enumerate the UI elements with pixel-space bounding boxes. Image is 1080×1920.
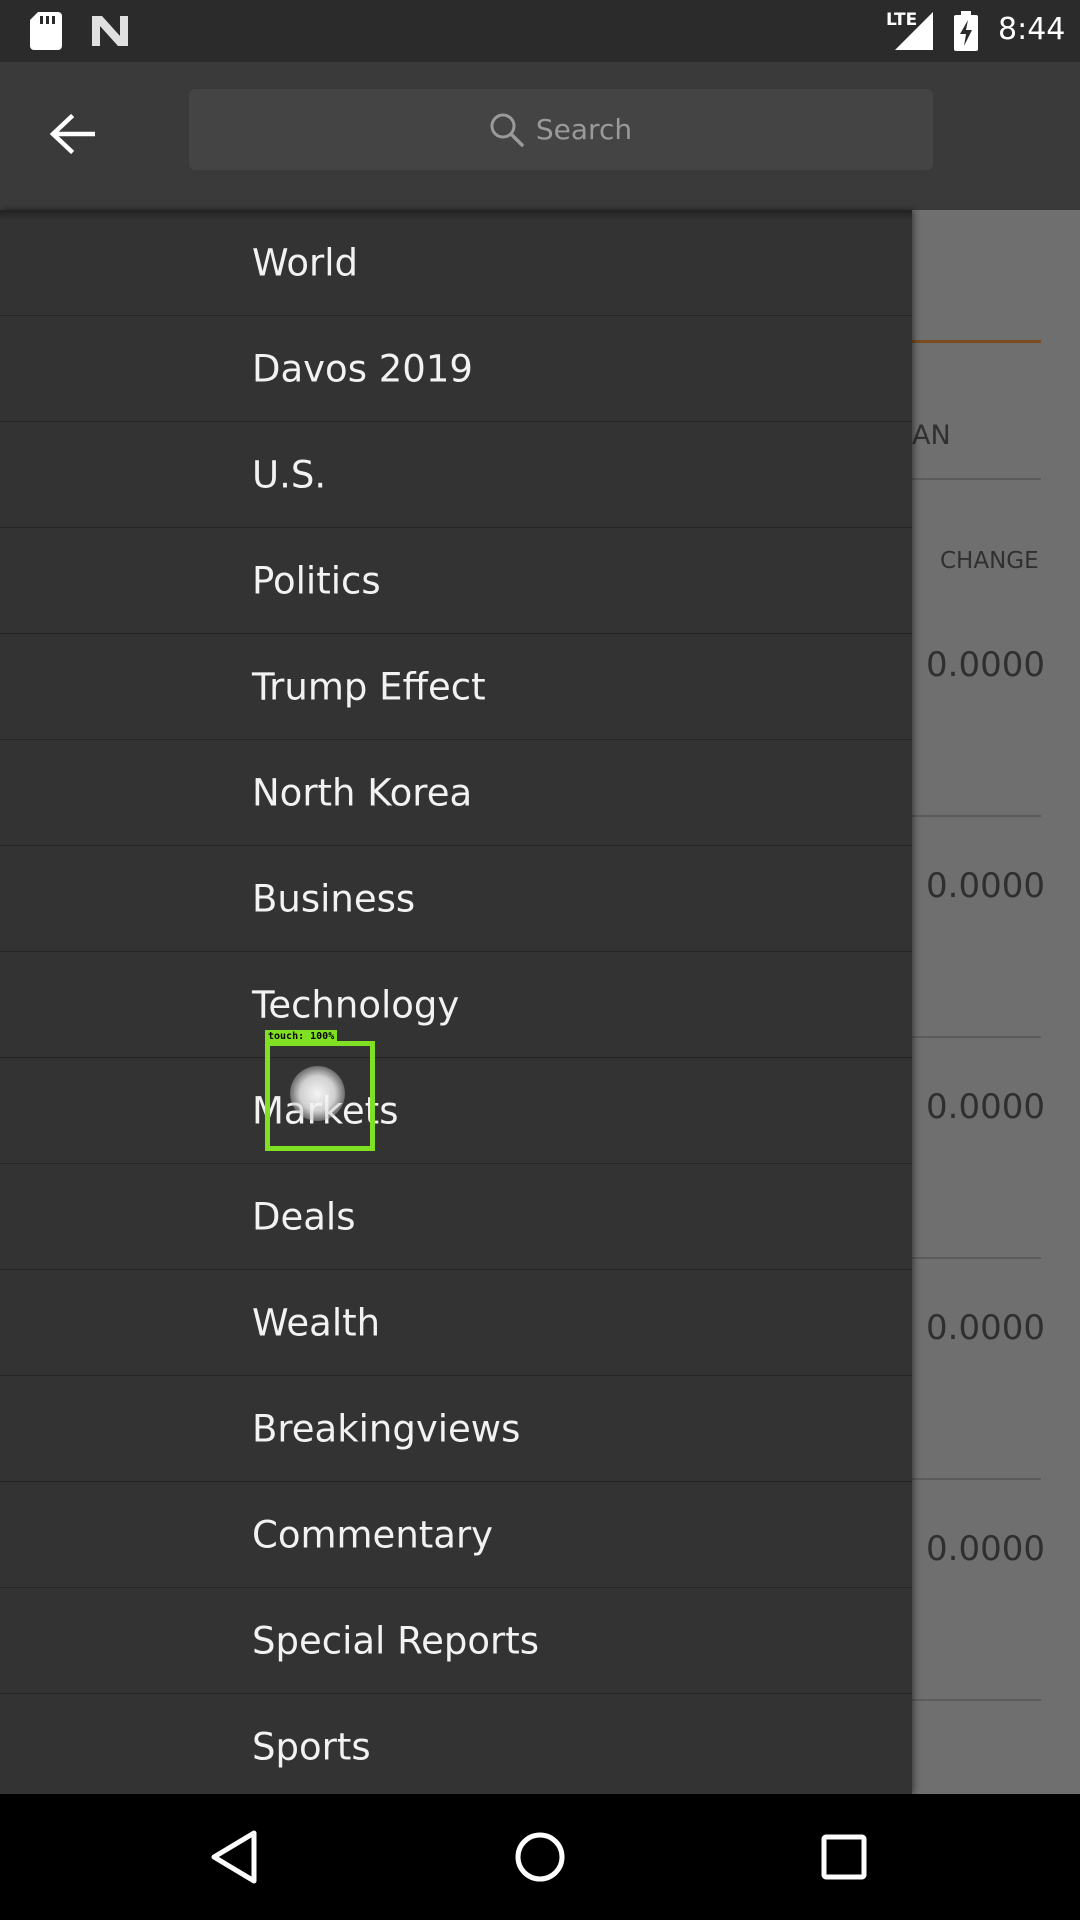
change-value: 0.0000: [926, 645, 1045, 685]
drawer-item-label: Commentary: [252, 1513, 494, 1556]
divider: [912, 1036, 1041, 1038]
battery-charging-icon: [954, 11, 978, 51]
drawer-item-label: Breakingviews: [252, 1407, 521, 1450]
arrow-left-icon: [49, 113, 95, 155]
drawer-item-label: U.S.: [252, 453, 327, 496]
status-bar: LTE 8:44: [0, 0, 1080, 62]
drawer-item-label: Davos 2019: [252, 347, 473, 390]
drawer-item-davos-2019[interactable]: Davos 2019: [0, 316, 912, 422]
back-triangle-icon[interactable]: [206, 1827, 266, 1887]
drawer-item-commentary[interactable]: Commentary: [0, 1482, 912, 1588]
drawer-item-label: Business: [252, 877, 416, 920]
drawer-item-label: Politics: [252, 559, 381, 602]
drawer-item-business[interactable]: Business: [0, 846, 912, 952]
change-value: 0.0000: [926, 1308, 1045, 1348]
drawer-item-us[interactable]: U.S.: [0, 422, 912, 528]
recents-square-icon[interactable]: [814, 1827, 874, 1887]
tab-label-fragment: AN: [912, 420, 951, 451]
drawer-item-label: North Korea: [252, 771, 473, 814]
toolbar: Search: [0, 62, 1080, 210]
drawer-item-special-reports[interactable]: Special Reports: [0, 1588, 912, 1694]
drawer-item-deals[interactable]: Deals: [0, 1164, 912, 1270]
drawer-item-label: World: [252, 241, 359, 284]
tab-indicator: [912, 340, 1041, 343]
touch-highlight-box: [265, 1041, 375, 1151]
signal-icon: [895, 12, 933, 50]
change-column-header: CHANGE: [940, 548, 1039, 574]
clock: 8:44: [998, 12, 1066, 47]
n-logo-icon: [92, 16, 128, 46]
drawer-item-label: Deals: [252, 1195, 356, 1238]
drawer-item-label: Technology: [252, 983, 460, 1026]
change-value: 0.0000: [926, 1529, 1045, 1569]
divider: [912, 1478, 1041, 1480]
touch-label: touch: 100%: [265, 1030, 338, 1044]
drawer-item-world[interactable]: World: [0, 210, 912, 316]
drawer-item-breakingviews[interactable]: Breakingviews: [0, 1376, 912, 1482]
drawer-item-label: Sports: [252, 1725, 371, 1768]
search-icon: [490, 113, 524, 147]
drawer-item-label: Wealth: [252, 1301, 381, 1344]
home-circle-icon[interactable]: [510, 1827, 570, 1887]
change-value: 0.0000: [926, 1087, 1045, 1127]
change-value: 0.0000: [926, 866, 1045, 906]
divider: [912, 1699, 1041, 1701]
drawer-item-trump-effect[interactable]: Trump Effect: [0, 634, 912, 740]
drawer-item-markets[interactable]: Markets: [0, 1058, 912, 1164]
divider: [912, 1257, 1041, 1259]
navigation-drawer: World Davos 2019 U.S. Politics Trump Eff…: [0, 210, 912, 1794]
drawer-item-label: Special Reports: [252, 1619, 540, 1662]
drawer-item-wealth[interactable]: Wealth: [0, 1270, 912, 1376]
drawer-item-north-korea[interactable]: North Korea: [0, 740, 912, 846]
system-navigation-bar: [0, 1794, 1080, 1920]
sd-card-icon: [30, 12, 62, 50]
drawer-item-label: Trump Effect: [252, 665, 486, 708]
divider: [912, 478, 1041, 480]
drawer-item-politics[interactable]: Politics: [0, 528, 912, 634]
divider: [912, 815, 1041, 817]
background-content: AN CHANGE 0.0000 0.0000 0.0000 0.0000 0.…: [912, 210, 1080, 1794]
search-input[interactable]: Search: [189, 89, 933, 170]
drawer-item-sports[interactable]: Sports: [0, 1694, 912, 1794]
drawer-item-technology[interactable]: Technology: [0, 952, 912, 1058]
search-placeholder: Search: [535, 113, 633, 146]
back-button[interactable]: [44, 106, 100, 162]
